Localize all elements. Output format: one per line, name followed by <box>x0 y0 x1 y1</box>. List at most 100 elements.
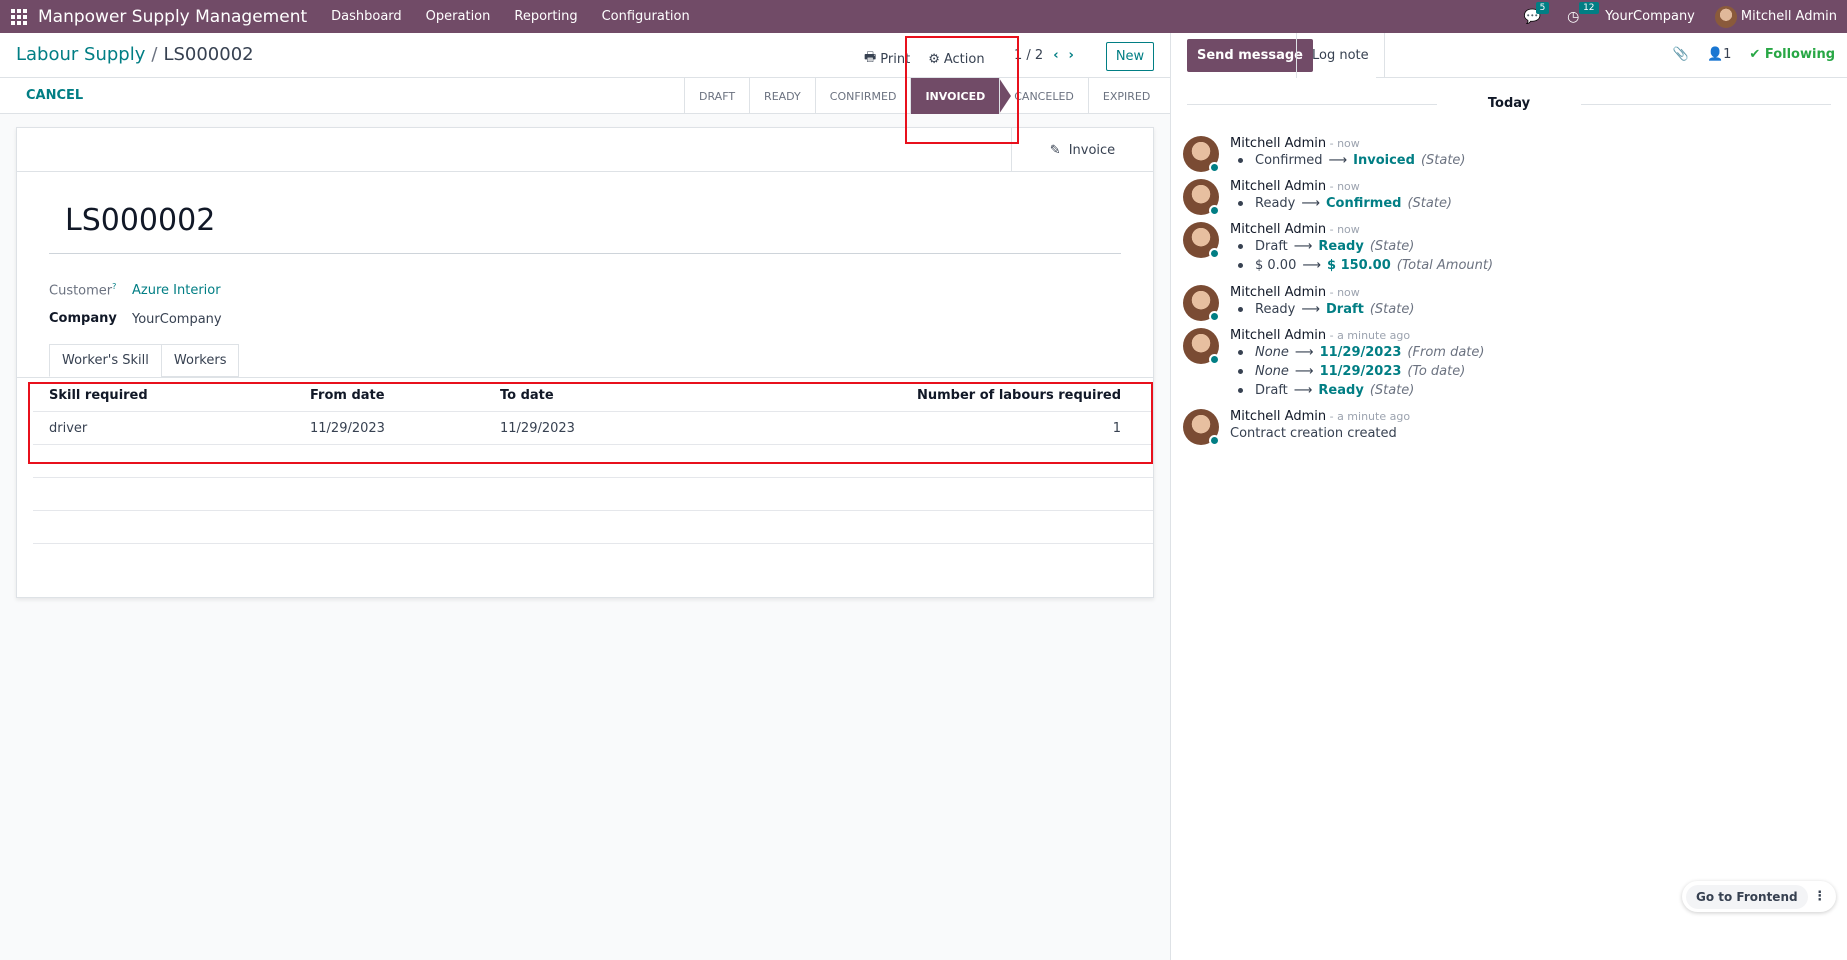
send-message-button[interactable]: Send message <box>1187 39 1313 72</box>
arrow-right-icon: ⟶ <box>1294 345 1314 360</box>
edit-icon: ✎ <box>1049 142 1061 158</box>
activities-badge: 12 <box>1579 1 1599 14</box>
new-button[interactable]: New <box>1106 42 1154 71</box>
activities-icon[interactable]: ◷ 12 <box>1567 1 1599 25</box>
print-button[interactable]: 🖶 Print <box>864 48 910 70</box>
tab-workers-skill[interactable]: Worker's Skill <box>49 344 162 377</box>
arrow-right-icon: ⟶ <box>1328 153 1348 168</box>
tracking-old-value: Ready <box>1255 302 1296 317</box>
tracking-new-value: 11/29/2023 <box>1319 345 1402 360</box>
stage-ready[interactable]: READY <box>749 78 815 114</box>
bullet-icon <box>1238 388 1243 393</box>
message-time: - now <box>1326 180 1360 193</box>
messages-icon[interactable]: 💬 5 <box>1524 1 1550 25</box>
pager-previous-icon[interactable]: ‹ <box>1053 48 1058 63</box>
tracking-line: Confirmed ⟶ Invoiced (State) <box>1230 153 1466 168</box>
tracking-new-value: Confirmed <box>1326 196 1402 211</box>
message-header: Mitchell Admin - now <box>1230 222 1360 237</box>
tracking-new-value: 11/29/2023 <box>1319 364 1402 379</box>
tracking-old-value: Draft <box>1255 383 1288 398</box>
stage-draft[interactable]: DRAFT <box>684 78 749 114</box>
tracking-old-value: None <box>1255 345 1289 360</box>
arrow-right-icon: ⟶ <box>1302 258 1321 273</box>
message-time: - now <box>1326 286 1360 299</box>
app-title[interactable]: Manpower Supply Management <box>38 7 307 27</box>
printer-icon: 🖶 <box>864 50 877 65</box>
company-switcher[interactable]: YourCompany <box>1605 9 1695 24</box>
tracking-line: None ⟶ 11/29/2023 (To date) <box>1230 364 1465 379</box>
apps-menu-icon[interactable] <box>0 0 38 33</box>
tracking-field-name: (State) <box>1369 383 1415 398</box>
tracking-field-name: (State) <box>1369 302 1415 317</box>
stage-confirmed[interactable]: CONFIRMED <box>814 78 911 114</box>
arrow-right-icon: ⟶ <box>1293 383 1313 398</box>
pager: 1 / 2 ‹ › <box>1014 48 1074 63</box>
message-author[interactable]: Mitchell Admin <box>1230 328 1326 343</box>
pager-next-icon[interactable]: › <box>1069 48 1074 63</box>
breadcrumb-parent[interactable]: Labour Supply <box>16 44 145 65</box>
table-row-divider <box>33 543 1153 544</box>
log-note-button[interactable]: Log note <box>1296 33 1385 78</box>
tracking-line: Ready ⟶ Confirmed (State) <box>1230 196 1452 211</box>
message-author[interactable]: Mitchell Admin <box>1230 285 1326 300</box>
customer-value[interactable]: Azure Interior <box>132 283 221 298</box>
tab-workers[interactable]: Workers <box>160 344 240 377</box>
go-to-frontend-button[interactable]: Go to Frontend <box>1686 884 1808 909</box>
message-body: Contract creation created <box>1230 426 1397 441</box>
tracking-old-value: $ 0.00 <box>1255 258 1297 273</box>
customer-help-icon[interactable]: ? <box>112 282 116 291</box>
user-menu[interactable]: Mitchell Admin <box>1714 5 1837 28</box>
tracking-old-value: Ready <box>1255 196 1296 211</box>
message-time: - now <box>1326 137 1360 150</box>
tracking-line: Ready ⟶ Draft (State) <box>1230 302 1414 317</box>
message-author[interactable]: Mitchell Admin <box>1230 222 1326 237</box>
following-button[interactable]: ✔ Following <box>1749 47 1835 62</box>
tracking-old-value: Confirmed <box>1255 153 1323 168</box>
bullet-icon <box>1238 263 1243 268</box>
tracking-field-name: (State) <box>1407 196 1453 211</box>
tab-divider <box>17 377 1153 378</box>
company-label: Company <box>49 311 117 326</box>
bullet-icon <box>1238 158 1243 163</box>
message-author[interactable]: Mitchell Admin <box>1230 409 1326 424</box>
more-options-icon[interactable]: ⋮ <box>1808 889 1832 904</box>
message-author[interactable]: Mitchell Admin <box>1230 179 1326 194</box>
date-separator-today: Today <box>1171 96 1847 111</box>
menu-configuration[interactable]: Configuration <box>602 9 690 24</box>
tracking-field-name: (State) <box>1369 239 1415 254</box>
arrow-right-icon: ⟶ <box>1301 302 1320 317</box>
tracking-old-value: Draft <box>1255 239 1288 254</box>
message-header: Mitchell Admin - now <box>1230 179 1360 194</box>
paperclip-icon[interactable]: 📎 <box>1673 47 1689 62</box>
company-value[interactable]: YourCompany <box>132 312 222 327</box>
form-area: Labour Supply / LS000002 🖶 Print ⚙ Action … <box>0 33 1170 960</box>
invoice-label: Invoice <box>1068 142 1116 158</box>
menu-reporting[interactable]: Reporting <box>514 9 577 24</box>
tracking-field-name: (State) <box>1420 153 1466 168</box>
message-time: - now <box>1326 223 1360 236</box>
message-author[interactable]: Mitchell Admin <box>1230 136 1326 151</box>
menu-operation[interactable]: Operation <box>426 9 491 24</box>
record-name[interactable]: LS000002 <box>65 203 215 238</box>
online-status-dot <box>1209 162 1220 173</box>
followers-count: 1 <box>1723 47 1732 62</box>
stage-expired[interactable]: EXPIRED <box>1087 78 1164 114</box>
online-status-dot <box>1209 311 1220 322</box>
bullet-icon <box>1238 369 1243 374</box>
invoice-smart-button[interactable]: ✎ Invoice <box>1011 128 1153 172</box>
menu-dashboard[interactable]: Dashboard <box>331 9 402 24</box>
breadcrumb: Labour Supply / LS000002 <box>16 44 254 65</box>
top-navbar: Manpower Supply Management Dashboard Ope… <box>0 0 1847 33</box>
followers-button[interactable]: 👤1 <box>1707 47 1731 62</box>
tracking-line: Draft ⟶ Ready (State) <box>1230 383 1414 398</box>
cancel-button[interactable]: CANCEL <box>26 88 83 103</box>
online-status-dot <box>1209 248 1220 259</box>
message-time: - a minute ago <box>1326 410 1411 423</box>
notebook-tabs: Worker's Skill Workers <box>49 344 240 377</box>
form-sheet: ✎ Invoice LS000002 Customer? Azure Inter… <box>16 127 1154 598</box>
chatter-panel: Send message Log note 📎 👤1 ✔ Following T… <box>1171 33 1847 960</box>
table-row-divider <box>33 510 1153 511</box>
table-row-divider <box>33 477 1153 478</box>
tracking-line: None ⟶ 11/29/2023 (From date) <box>1230 345 1484 360</box>
arrow-right-icon: ⟶ <box>1301 196 1320 211</box>
